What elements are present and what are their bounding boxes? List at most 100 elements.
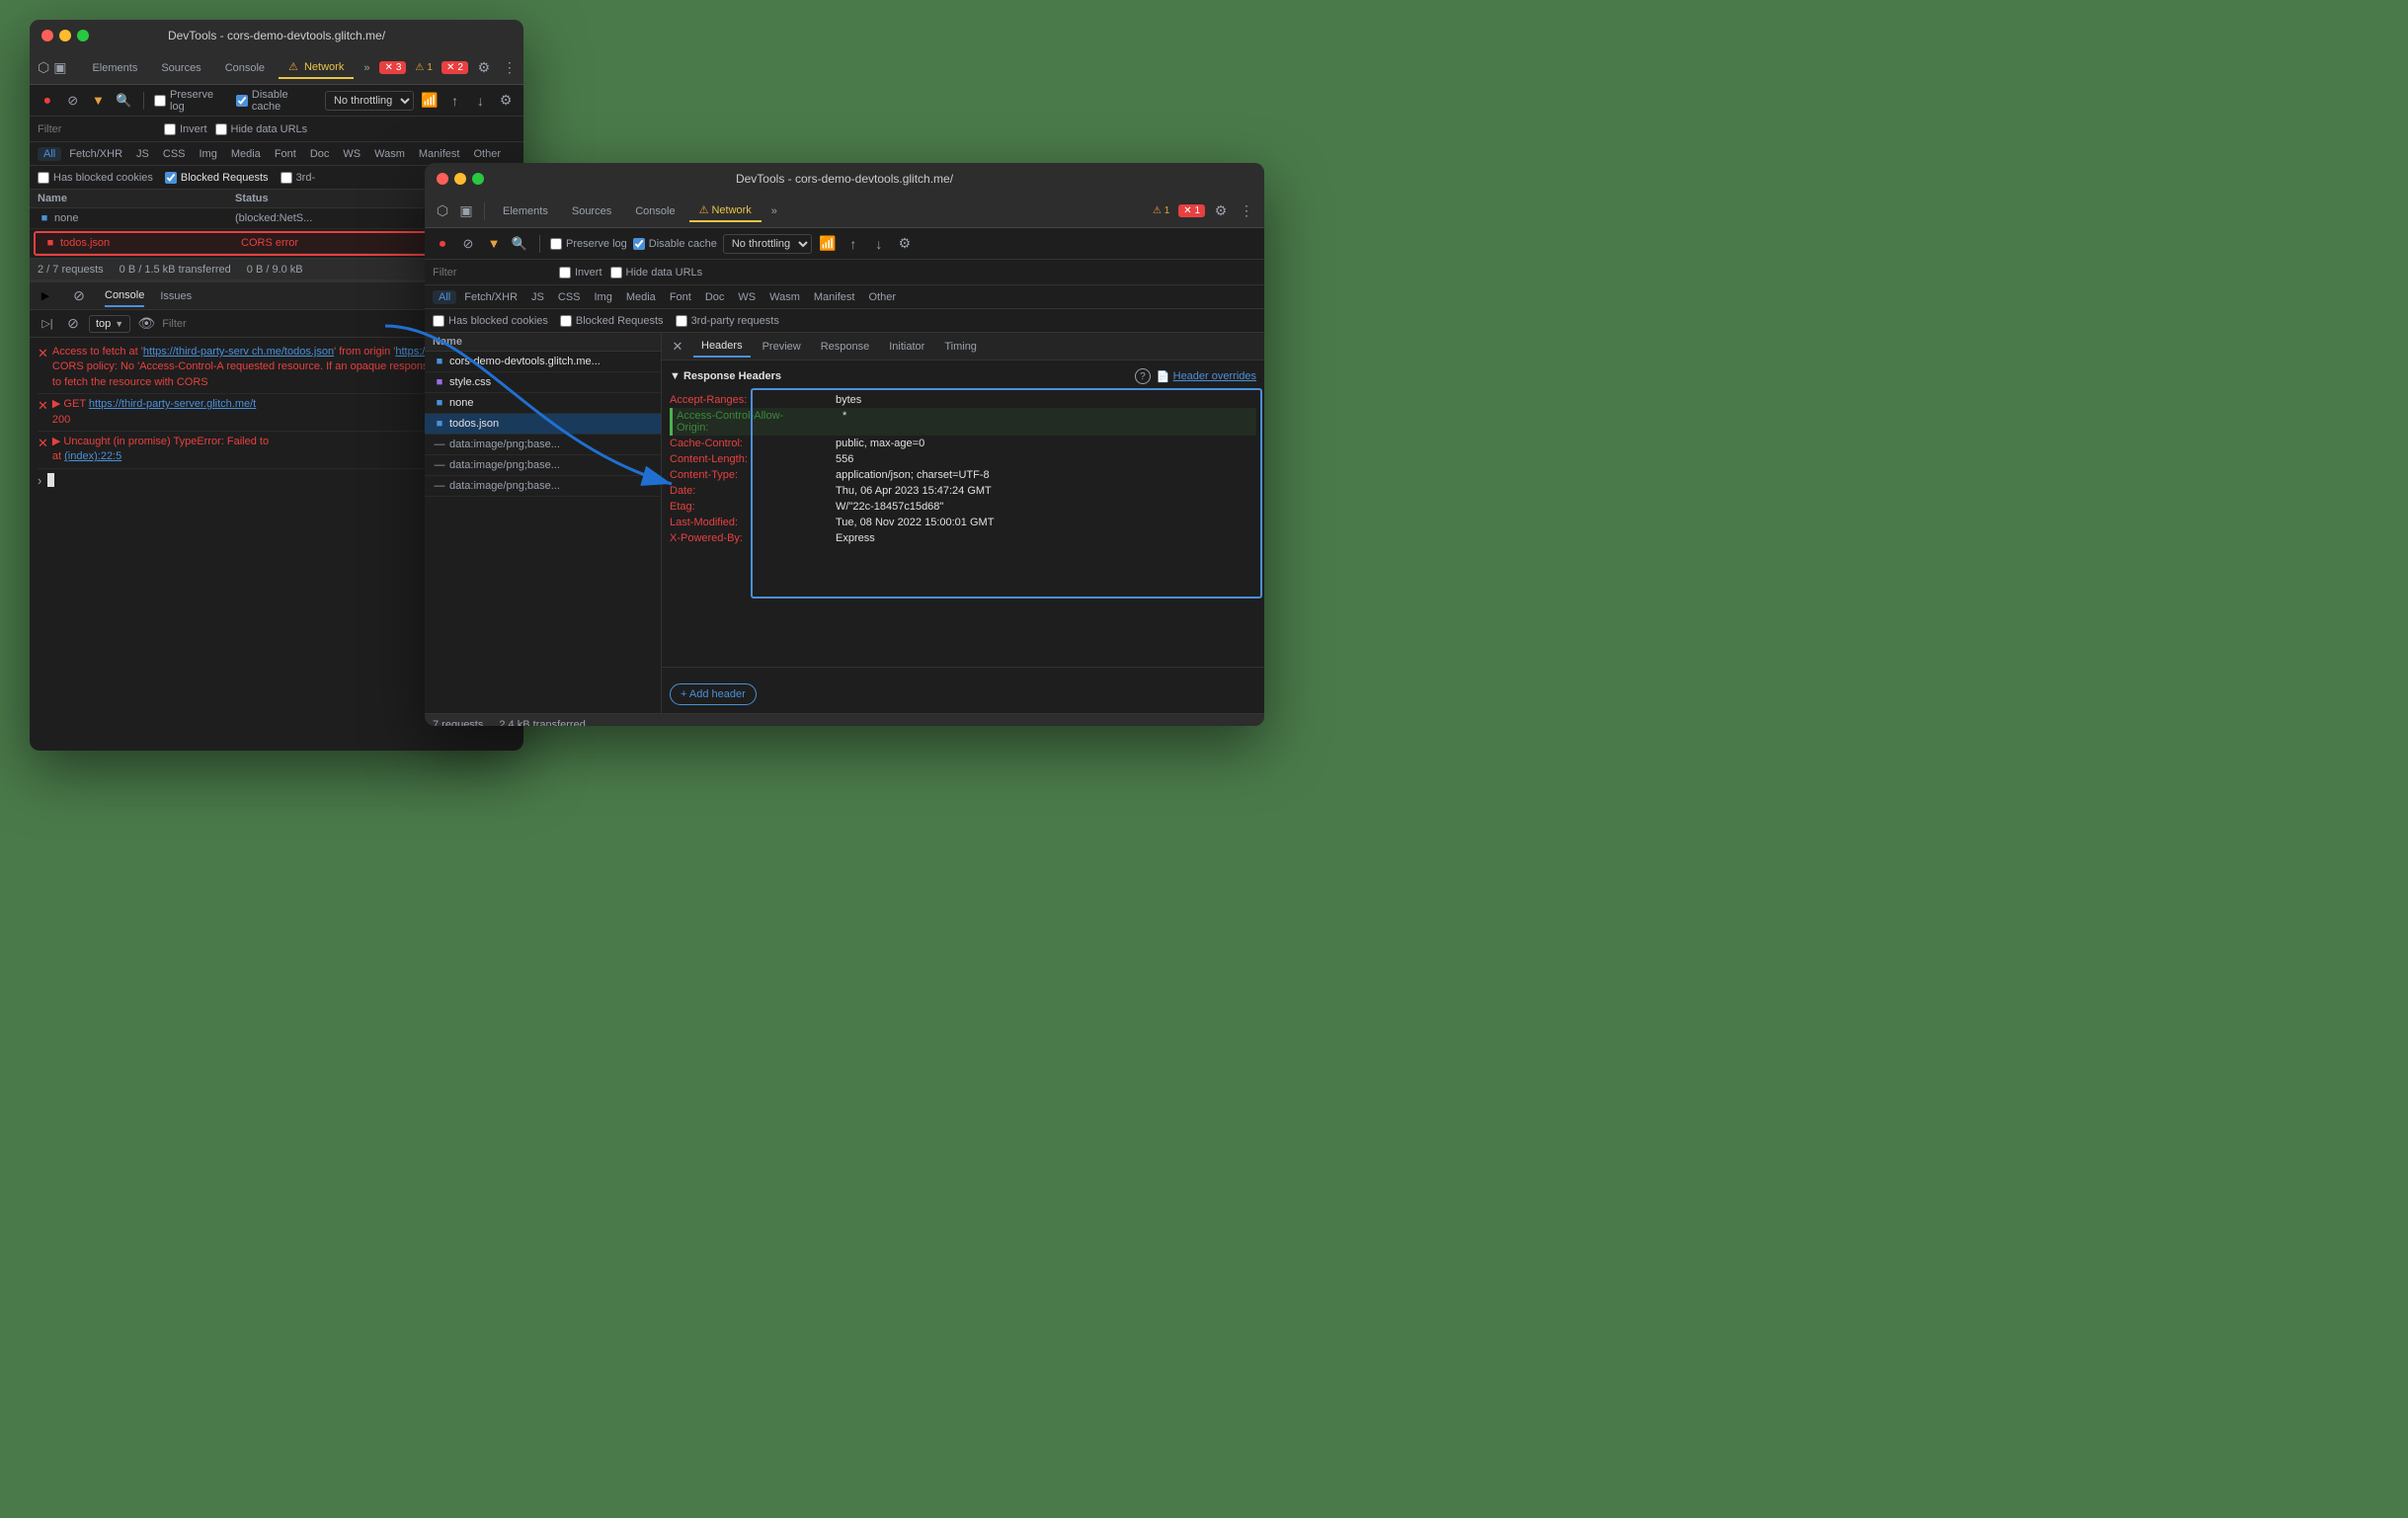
menu-icon-1[interactable]: ⋮ <box>500 58 520 78</box>
cursor-icon[interactable]: ⬡ <box>38 58 49 78</box>
invert-checkbox-2[interactable] <box>559 267 571 279</box>
filter-wasm-2[interactable]: Wasm <box>763 290 806 304</box>
preserve-log-checkbox-2[interactable] <box>550 238 562 250</box>
filter-manifest-1[interactable]: Manifest <box>413 147 466 161</box>
filter-js-2[interactable]: JS <box>525 290 550 304</box>
clear-console-icon[interactable]: ⊘ <box>69 286 89 306</box>
console-sidebar-icon[interactable]: ▷| <box>38 314 57 334</box>
tab-console-panel-1[interactable]: Console <box>105 285 144 307</box>
header-overrides-text[interactable]: Header overrides <box>1173 370 1256 382</box>
gear-icon-1[interactable]: ⚙ <box>496 91 516 111</box>
filter-other-2[interactable]: Other <box>862 290 902 304</box>
tab-issues-1[interactable]: Issues <box>160 286 192 306</box>
preserve-log-label-2[interactable]: Preserve log <box>550 238 627 250</box>
tab-headers[interactable]: Headers <box>693 336 751 358</box>
table-row[interactable]: — data:image/png;base... <box>425 455 661 476</box>
filter-btn-2[interactable]: ▼ <box>484 234 504 254</box>
tab-console-1[interactable]: Console <box>215 58 275 78</box>
console-clear-icon[interactable]: ⊘ <box>63 314 83 334</box>
blocked-cookies-checkbox-1[interactable] <box>38 172 49 184</box>
close-button-2[interactable] <box>437 173 448 185</box>
add-header-button[interactable]: + Add header <box>670 683 757 705</box>
close-button-1[interactable] <box>41 30 53 41</box>
tab-sources-2[interactable]: Sources <box>562 201 621 221</box>
console-expand-icon[interactable]: ▶ <box>38 288 53 304</box>
eye-icon-console[interactable]: 👁 <box>136 314 156 334</box>
error-link-4[interactable]: (index):22:5 <box>64 450 121 462</box>
stop-recording-btn-2[interactable]: ⏺ <box>433 234 452 254</box>
filter-fetch-2[interactable]: Fetch/XHR <box>458 290 523 304</box>
filter-doc-2[interactable]: Doc <box>699 290 731 304</box>
filter-media-2[interactable]: Media <box>620 290 662 304</box>
error-link-3[interactable]: https://third-party-server.glitch.me/t <box>89 398 256 410</box>
filter-css-2[interactable]: CSS <box>552 290 587 304</box>
cursor-icon-2[interactable]: ⬡ <box>433 201 452 221</box>
filter-media-1[interactable]: Media <box>225 147 267 161</box>
hide-data-urls-label-1[interactable]: Hide data URLs <box>215 123 308 135</box>
filter-font-1[interactable]: Font <box>269 147 302 161</box>
blocked-requests-checkbox-1[interactable] <box>165 172 177 184</box>
filter-manifest-2[interactable]: Manifest <box>808 290 861 304</box>
filter-fetch-1[interactable]: Fetch/XHR <box>63 147 128 161</box>
tab-elements-1[interactable]: Elements <box>82 58 147 78</box>
header-overrides-link[interactable]: 📄 Header overrides <box>1157 370 1256 383</box>
hide-data-urls-label-2[interactable]: Hide data URLs <box>610 267 703 279</box>
download-icon-2[interactable]: ↓ <box>869 234 889 254</box>
tab-elements-2[interactable]: Elements <box>493 201 558 221</box>
filter-img-1[interactable]: Img <box>194 147 223 161</box>
mobile-icon-2[interactable]: ▣ <box>456 201 476 221</box>
download-icon-1[interactable]: ↓ <box>471 91 491 111</box>
minimize-button-1[interactable] <box>59 30 71 41</box>
maximize-button-2[interactable] <box>472 173 484 185</box>
hide-data-urls-checkbox-1[interactable] <box>215 123 227 135</box>
blocked-cookies-label-2[interactable]: Has blocked cookies <box>433 315 548 327</box>
blocked-requests-checkbox-2[interactable] <box>560 315 572 327</box>
blocked-requests-label-2[interactable]: Blocked Requests <box>560 315 664 327</box>
throttle-select-1[interactable]: No throttling <box>325 91 414 111</box>
filter-css-1[interactable]: CSS <box>157 147 192 161</box>
gear-icon-2[interactable]: ⚙ <box>895 234 915 254</box>
settings-icon-1[interactable]: ⚙ <box>474 58 494 78</box>
filter-ws-1[interactable]: WS <box>337 147 366 161</box>
close-details-btn[interactable]: ✕ <box>670 339 685 355</box>
upload-icon-1[interactable]: ↑ <box>445 91 465 111</box>
tab-sources-1[interactable]: Sources <box>151 58 210 78</box>
disable-cache-checkbox-1[interactable] <box>236 95 248 107</box>
wifi-icon-2[interactable]: 📶 <box>818 234 838 254</box>
disable-cache-checkbox-2[interactable] <box>633 238 645 250</box>
tab-network-2[interactable]: ⚠Network <box>689 200 762 222</box>
table-row[interactable]: ■ cors-demo-devtools.glitch.me... <box>425 352 661 372</box>
filter-all-1[interactable]: All <box>38 147 61 161</box>
tab-response[interactable]: Response <box>813 337 878 357</box>
tab-more-1[interactable]: » <box>358 58 375 78</box>
tab-more-2[interactable]: » <box>765 201 783 221</box>
filter-input-1[interactable] <box>38 123 156 135</box>
blocked-cookies-label-1[interactable]: Has blocked cookies <box>38 172 153 184</box>
console-top-selector[interactable]: top ▼ <box>89 315 130 333</box>
filter-all-2[interactable]: All <box>433 290 456 304</box>
blocked-requests-label-1[interactable]: Blocked Requests <box>165 172 269 184</box>
hide-data-urls-checkbox-2[interactable] <box>610 267 622 279</box>
tab-preview[interactable]: Preview <box>755 337 809 357</box>
preserve-log-label-1[interactable]: Preserve log <box>154 89 230 113</box>
throttle-select-2[interactable]: No throttling <box>723 234 812 254</box>
settings-icon-2[interactable]: ⚙ <box>1211 201 1231 221</box>
invert-checkbox-1[interactable] <box>164 123 176 135</box>
disable-cache-label-1[interactable]: Disable cache <box>236 89 319 113</box>
third-party-checkbox-2[interactable] <box>676 315 687 327</box>
disable-cache-label-2[interactable]: Disable cache <box>633 238 717 250</box>
mobile-icon[interactable]: ▣ <box>53 58 66 78</box>
maximize-button-1[interactable] <box>77 30 89 41</box>
tab-network-1[interactable]: ⚠ Network <box>279 56 354 79</box>
filter-wasm-1[interactable]: Wasm <box>368 147 411 161</box>
search-btn-2[interactable]: 🔍 <box>510 234 529 254</box>
filter-font-2[interactable]: Font <box>664 290 697 304</box>
invert-label-1[interactable]: Invert <box>164 123 207 135</box>
table-row[interactable]: ■ style.css <box>425 372 661 393</box>
invert-label-2[interactable]: Invert <box>559 267 602 279</box>
clear-btn-2[interactable]: ⊘ <box>458 234 478 254</box>
tab-timing[interactable]: Timing <box>936 337 985 357</box>
filter-ws-2[interactable]: WS <box>732 290 762 304</box>
third-party-label-1[interactable]: 3rd- <box>281 172 316 184</box>
third-party-checkbox-1[interactable] <box>281 172 292 184</box>
